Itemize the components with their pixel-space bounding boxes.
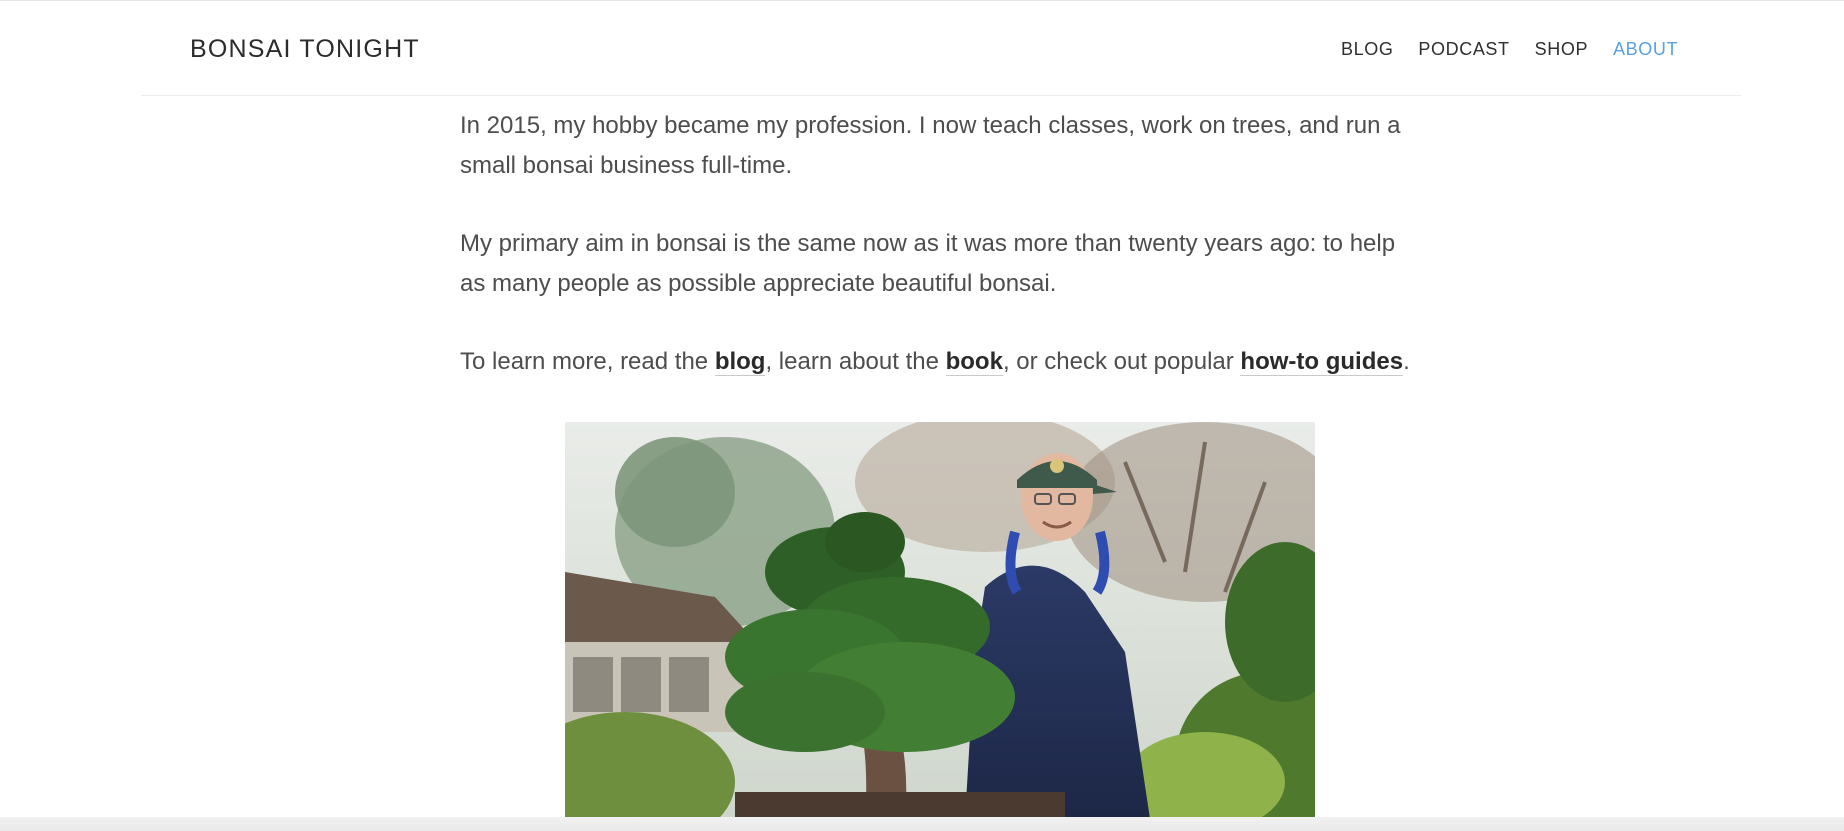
paragraph-aim: My primary aim in bonsai is the same now… [460, 230, 1396, 297]
paragraph-learn-more: To learn more, read the blog, learn abou… [460, 342, 1410, 382]
nav-about[interactable]: ABOUT [1613, 39, 1678, 60]
article-content: In 2015, my hobby became my profession. … [460, 106, 1410, 420]
nav-podcast[interactable]: PODCAST [1418, 39, 1509, 60]
bottom-edge [0, 817, 1844, 831]
site-header: BONSAI TONIGHT BLOG PODCAST SHOP ABOUT [141, 1, 1741, 96]
photo-illustration [565, 422, 1315, 819]
page: BONSAI TONIGHT BLOG PODCAST SHOP ABOUT I… [0, 0, 1844, 831]
learn-more-prefix: To learn more, read the [460, 348, 715, 375]
blog-link[interactable]: blog [714, 348, 766, 376]
nav-shop[interactable]: SHOP [1535, 39, 1588, 60]
book-link[interactable]: book [945, 348, 1003, 376]
site-title-link[interactable]: BONSAI TONIGHT [190, 35, 420, 64]
author-with-bonsai-photo [565, 422, 1315, 819]
main-nav: BLOG PODCAST SHOP ABOUT [1341, 39, 1678, 60]
paragraph-profession: In 2015, my hobby became my profession. … [460, 112, 1401, 179]
learn-more-suffix: . [1403, 348, 1410, 375]
nav-blog[interactable]: BLOG [1341, 39, 1393, 60]
learn-more-middle-1: , learn about the [765, 348, 946, 375]
how-to-guides-link[interactable]: how-to guides [1240, 348, 1404, 376]
learn-more-middle-2: , or check out popular [1002, 348, 1241, 375]
